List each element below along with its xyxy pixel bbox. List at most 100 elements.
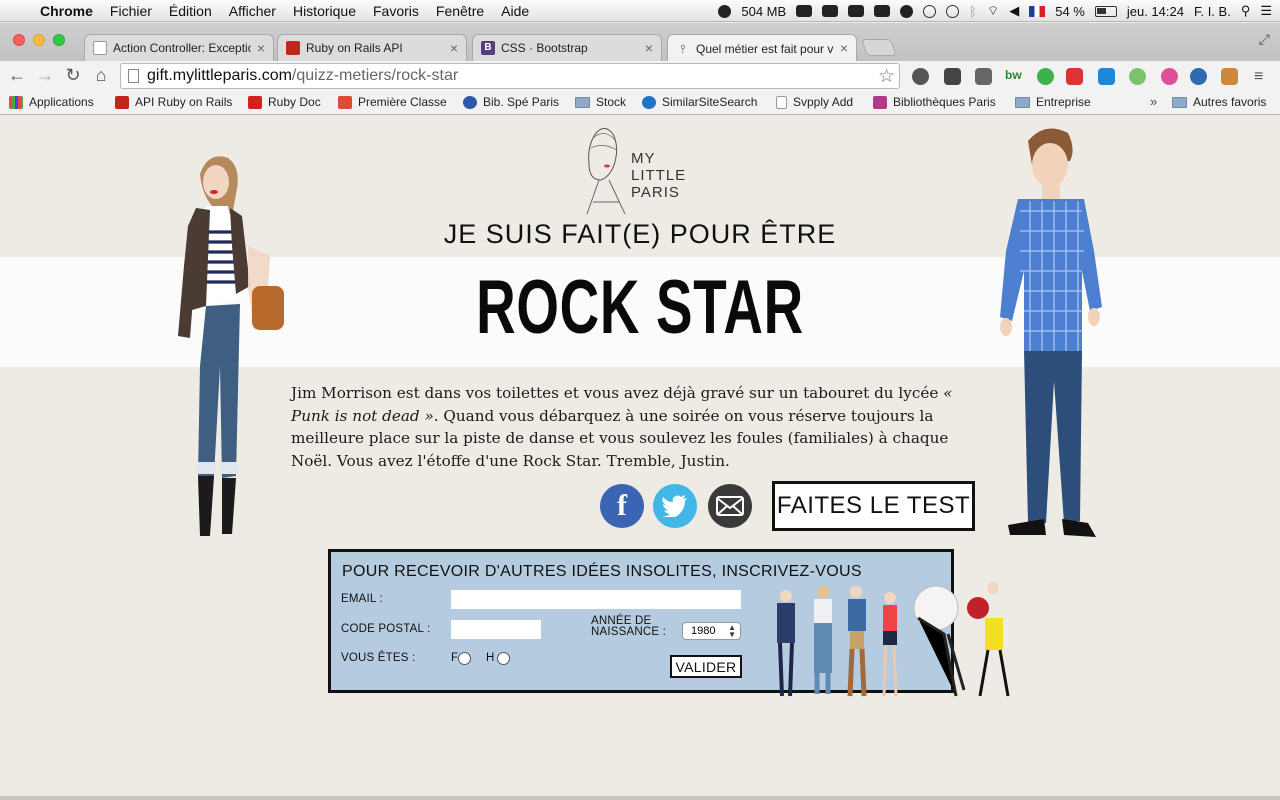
tab-quel-metier[interactable]: ⫯ Quel métier est fait pour vo × [667, 34, 857, 62]
male-radio[interactable] [497, 652, 510, 665]
submit-button[interactable]: VALIDER [670, 655, 742, 678]
bookmark-label: Bib. Spé Paris [483, 95, 560, 109]
web-page: MY LITTLE PARIS JE SUIS FAIT(E) POUR ÊTR… [0, 116, 1280, 800]
new-tab-button[interactable] [860, 39, 898, 56]
window-close-button[interactable] [13, 34, 25, 46]
battery-icon[interactable] [1094, 5, 1117, 17]
email-share-icon[interactable] [708, 484, 752, 528]
menu-favoris[interactable]: Favoris [373, 3, 419, 19]
bookmark-stock[interactable]: Stock [575, 95, 626, 109]
bookmark-label: API Ruby on Rails [135, 95, 233, 109]
bluetooth-icon[interactable]: ᛒ [969, 4, 977, 19]
menubar-user[interactable]: F. I. B. [1194, 4, 1231, 19]
volume-icon[interactable]: ◀ [1009, 3, 1019, 19]
green-owl-icon[interactable] [1037, 68, 1054, 85]
birth-year-select[interactable]: 1980 ▲ ▼ [682, 622, 741, 640]
menu-edition[interactable]: Édition [169, 3, 212, 19]
fullscreen-icon[interactable]: ⤢ [1259, 31, 1270, 48]
bookmark-similarsitesearch[interactable]: SimilarSiteSearch [642, 95, 757, 109]
page-title: ROCK STAR [476, 265, 804, 350]
postal-code-field[interactable] [451, 620, 541, 639]
evernote-icon[interactable] [796, 5, 813, 17]
address-bar[interactable]: gift.mylittleparis.com/quizz-metiers/roc… [120, 63, 900, 89]
menu-fenetre[interactable]: Fenêtre [436, 3, 484, 19]
birth-year-label-line2: NAISSANCE : [591, 626, 667, 638]
window-minimize-button[interactable] [33, 34, 45, 46]
hat-icon[interactable] [900, 4, 914, 18]
chat-bubble-icon[interactable] [923, 4, 937, 18]
back-button[interactable]: ← [6, 65, 28, 86]
birth-year-value: 1980 [691, 625, 716, 637]
bookmark-svpply-add[interactable]: Svpply Add [776, 95, 853, 109]
tab-label: Action Controller: Exceptio [113, 41, 251, 55]
french-flag-icon[interactable] [1029, 5, 1046, 17]
menu-icon[interactable]: ≡ [1254, 68, 1271, 85]
bookmark-premiere-classe[interactable]: Première Classe [338, 95, 447, 109]
menu-aide[interactable]: Aide [501, 3, 529, 19]
menubar-clock[interactable]: jeu. 14:24 [1127, 4, 1184, 19]
memory-monitor-icon[interactable] [718, 4, 732, 18]
bookmark-star-icon[interactable]: ☆ [878, 65, 895, 88]
notification-center-icon[interactable]: ☰ [1260, 3, 1272, 19]
settings-gear-icon[interactable] [912, 68, 929, 85]
arrows-icon[interactable] [848, 5, 865, 17]
wifi-icon[interactable]: ⌔ [987, 3, 999, 19]
time-machine-icon[interactable] [946, 4, 960, 18]
forward-button[interactable]: → [34, 65, 56, 86]
page-icon [128, 69, 139, 83]
reload-button[interactable]: ↻ [62, 65, 84, 86]
female-radio[interactable] [458, 652, 471, 665]
logo-wordmark: MY LITTLE PARIS [631, 150, 686, 201]
menu-fichier[interactable]: Fichier [110, 3, 152, 19]
envelope-icon [716, 496, 744, 516]
bookmark-bibliotheques-paris[interactable]: Bibliothèques Paris [873, 95, 996, 109]
take-test-button[interactable]: FAITES LE TEST [772, 481, 975, 531]
bookmark-label: Svpply Add [793, 95, 854, 109]
evernote-helper-icon[interactable] [822, 5, 839, 17]
tab-label: Ruby on Rails API [306, 41, 403, 55]
tab-close-icon[interactable]: × [645, 40, 653, 56]
bookmark-ruby-doc[interactable]: Ruby Doc [248, 95, 321, 109]
bookmark-api-ruby-on-rails[interactable]: API Ruby on Rails [115, 95, 232, 109]
facebook-share-icon[interactable]: f [600, 484, 644, 528]
box-icon[interactable] [1221, 68, 1238, 85]
upload-icon[interactable] [874, 5, 891, 17]
bookmark-bib-spe-paris[interactable]: Bib. Spé Paris [463, 95, 559, 109]
email-field[interactable] [451, 590, 741, 609]
bookmark-label: Entreprise [1036, 95, 1091, 109]
bw-icon[interactable]: bw [1005, 68, 1022, 85]
my-little-paris-logo[interactable]: MY LITTLE PARIS [575, 122, 710, 215]
tab-ruby-on-rails-api[interactable]: Ruby on Rails API × [277, 34, 467, 61]
twitter-share-icon[interactable] [653, 484, 697, 528]
bookmarks-overflow-button[interactable]: » [1150, 94, 1157, 109]
blue-x-icon[interactable] [1098, 68, 1115, 85]
menu-historique[interactable]: Historique [293, 3, 356, 19]
pocket-icon[interactable] [944, 68, 961, 85]
tab-close-icon[interactable]: × [840, 40, 848, 56]
tab-action-controller[interactable]: Action Controller: Exceptio × [84, 34, 274, 61]
bookmark-label: Autres favoris [1193, 95, 1267, 109]
url-host: gift.mylittleparis.com [147, 67, 292, 84]
tab-css-bootstrap[interactable]: B CSS · Bootstrap × [472, 34, 662, 61]
home-button[interactable]: ⌂ [90, 65, 112, 86]
tab-label: CSS · Bootstrap [501, 41, 588, 55]
logo-line-2: LITTLE [631, 167, 687, 184]
bookmark-label: Applications [29, 95, 94, 109]
bookmark-autres-favoris[interactable]: Autres favoris [1172, 95, 1266, 109]
spotlight-icon[interactable]: ⚲ [1241, 3, 1251, 19]
pink-circle-icon[interactable] [1161, 68, 1178, 85]
red-bookmark-icon[interactable] [1066, 68, 1083, 85]
evernote-ext-icon[interactable] [975, 68, 992, 85]
bookmark-label: Ruby Doc [268, 95, 321, 109]
rails-icon [115, 95, 129, 109]
bookmark-entreprise[interactable]: Entreprise [1015, 95, 1091, 109]
menu-afficher[interactable]: Afficher [229, 3, 276, 19]
recycle-icon[interactable] [1129, 68, 1146, 85]
cloud-icon[interactable] [1190, 68, 1207, 85]
bookmark-applications[interactable]: Applications [9, 95, 94, 109]
tab-close-icon[interactable]: × [450, 40, 458, 56]
window-zoom-button[interactable] [53, 34, 65, 46]
menu-app-name[interactable]: Chrome [40, 3, 93, 19]
folder-icon [1015, 96, 1030, 108]
tab-close-icon[interactable]: × [257, 40, 265, 56]
